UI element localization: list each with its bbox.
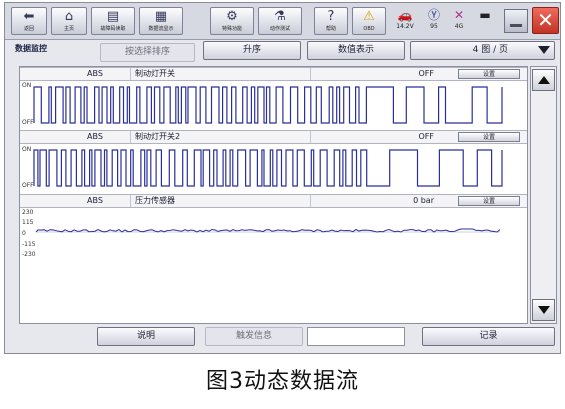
top-toolbar: ⬅ 返回 ⌂ 主页 ▤ 故障码读取 ▦ 数据流显示 ⚙ 特殊功能 ⚗ 动作测试 …	[5, 3, 560, 40]
signal-name: 压力传感器	[130, 195, 310, 207]
back-button[interactable]: ⬅ 返回	[11, 7, 47, 35]
signal-header: ABS 制动灯开关 OFF 设置	[20, 67, 527, 81]
numeric-display-button[interactable]: 数值表示	[307, 41, 405, 60]
description-button[interactable]: 说明	[97, 327, 195, 346]
waveform-trace-2	[33, 149, 503, 187]
network-status: ✕ 4G	[448, 7, 470, 35]
help-icon: ?	[327, 9, 335, 24]
pressure-sensor-waveform	[35, 228, 501, 233]
signal-value: OFF	[310, 68, 440, 80]
special-function-icon: ⚙	[226, 9, 238, 24]
signal-value: OFF	[310, 131, 440, 143]
fault-code-icon: ▤	[106, 9, 120, 24]
scroll-up-button[interactable]	[532, 69, 555, 91]
signal-header: ABS 制动灯开关2 OFF 设置	[20, 130, 527, 144]
signal-name: 制动灯开关	[130, 68, 310, 80]
signal-name: 制动灯开关2	[130, 131, 310, 143]
signal-settings-button[interactable]: 设置	[458, 196, 520, 206]
brake-switch-waveform	[33, 86, 503, 124]
signal-status: Ⓨ 95	[422, 7, 446, 35]
help-button[interactable]: ? 帮助	[314, 7, 348, 35]
figure-caption: 图3动态数据流	[206, 369, 359, 394]
brake-switch-2-waveform	[33, 149, 503, 187]
panel-title: 数据监控	[15, 44, 47, 53]
data-stream-icon: ▦	[154, 9, 168, 24]
vehicle-voltage-status: 🚗 14.2V	[390, 7, 420, 35]
waveform-trace-1	[33, 86, 503, 124]
data-stream-button[interactable]: ▦ 数据流显示	[139, 7, 183, 35]
signal-settings-button[interactable]: 设置	[458, 69, 520, 79]
home-icon: ⌂	[64, 9, 74, 24]
close-button[interactable]: ✕	[532, 7, 559, 34]
trigger-value-field[interactable]	[307, 327, 405, 346]
minimize-button[interactable]	[504, 9, 528, 33]
signal-system: ABS	[87, 132, 103, 141]
back-icon: ⬅	[23, 9, 35, 24]
arrow-down-icon	[538, 306, 550, 314]
battery-status: ▬	[472, 7, 498, 35]
special-function-button[interactable]: ⚙ 特殊功能	[210, 7, 254, 35]
close-icon: ✕	[537, 8, 554, 32]
battery-icon: ▬	[479, 8, 491, 22]
signal-settings-button[interactable]: 设置	[458, 132, 520, 142]
actuator-test-icon: ⚗	[274, 9, 286, 24]
fault-code-button[interactable]: ▤ 故障码读取	[91, 7, 135, 35]
home-button[interactable]: ⌂ 主页	[51, 7, 87, 35]
record-button[interactable]: 记录	[422, 327, 555, 346]
no-connection-icon: ✕	[453, 8, 465, 22]
page-layout-value: 4 图 / 页	[472, 45, 508, 55]
signal-value: 0 bar	[310, 195, 440, 207]
obd-warning-button[interactable]: ⚠ OBD	[352, 7, 386, 35]
trigger-info-label: 触发信息	[205, 327, 303, 346]
signal-icon: Ⓨ	[427, 8, 440, 22]
page-layout-select[interactable]: 4 图 / 页	[410, 41, 555, 60]
sort-by-selection-button[interactable]: 按选择排序	[100, 43, 195, 62]
warning-icon: ⚠	[363, 9, 375, 24]
signal-system: ABS	[87, 69, 103, 78]
minimize-icon	[510, 24, 522, 27]
ascending-button[interactable]: 升序	[203, 41, 301, 60]
signal-system: ABS	[87, 196, 103, 205]
car-battery-icon: 🚗	[397, 8, 413, 22]
waveform-trace-3	[35, 228, 501, 233]
chevron-down-icon	[538, 46, 550, 54]
scroll-down-button[interactable]	[532, 299, 555, 321]
diagnostic-screen: ⬅ 返回 ⌂ 主页 ▤ 故障码读取 ▦ 数据流显示 ⚙ 特殊功能 ⚗ 动作测试 …	[4, 2, 561, 354]
signal-header: ABS 压力传感器 0 bar 设置	[20, 194, 527, 208]
vertical-scrollbar[interactable]	[530, 66, 557, 324]
graph-area: ABS 制动灯开关 OFF 设置 ON OFF ABS 制动灯开关2 OFF 设…	[19, 66, 528, 324]
actuator-test-button[interactable]: ⚗ 动作测试	[258, 7, 302, 35]
arrow-up-icon	[538, 76, 550, 84]
